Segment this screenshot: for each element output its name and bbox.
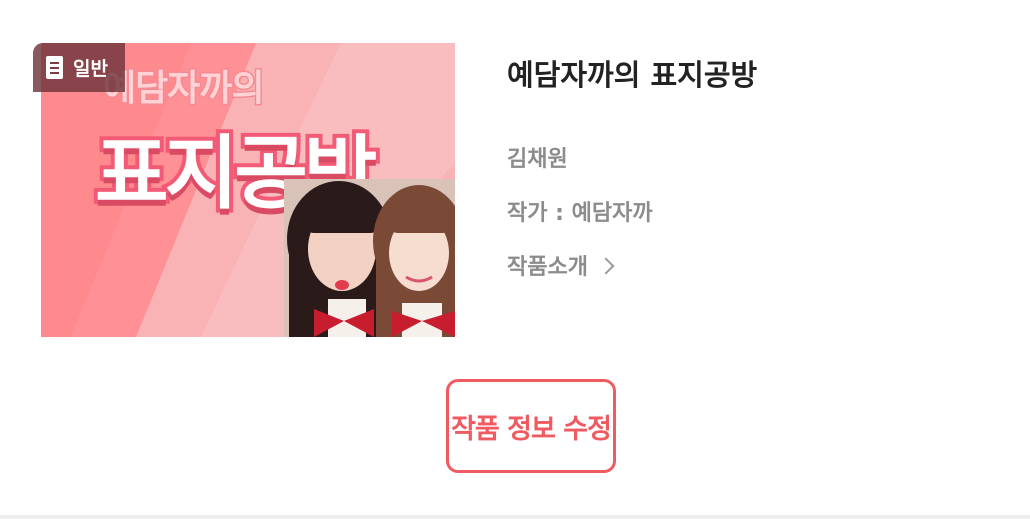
work-title: 예담자까의 표지공방 xyxy=(507,58,758,92)
work-author: 작가 : 예담자까 xyxy=(507,201,653,226)
chevron-right-icon xyxy=(597,257,615,275)
work-name: 김채원 xyxy=(507,147,568,172)
cover-photo-people xyxy=(284,179,455,337)
category-badge: 일반 xyxy=(33,43,125,92)
work-intro-link[interactable]: 작품소개 xyxy=(507,249,615,281)
work-info-page: 예담자까의 표지공방 일반 예담자까의 표지공방 김채원 작가: 예담자까 작… xyxy=(0,0,1030,519)
edit-work-info-button[interactable]: 작품 정보 수정 xyxy=(446,379,616,473)
bottom-divider xyxy=(0,515,1030,519)
cover-small-title: 예담자까의 xyxy=(102,67,267,111)
document-icon xyxy=(46,56,63,79)
work-intro-label: 작품소개 xyxy=(507,255,588,280)
category-badge-label: 일반 xyxy=(73,58,108,80)
